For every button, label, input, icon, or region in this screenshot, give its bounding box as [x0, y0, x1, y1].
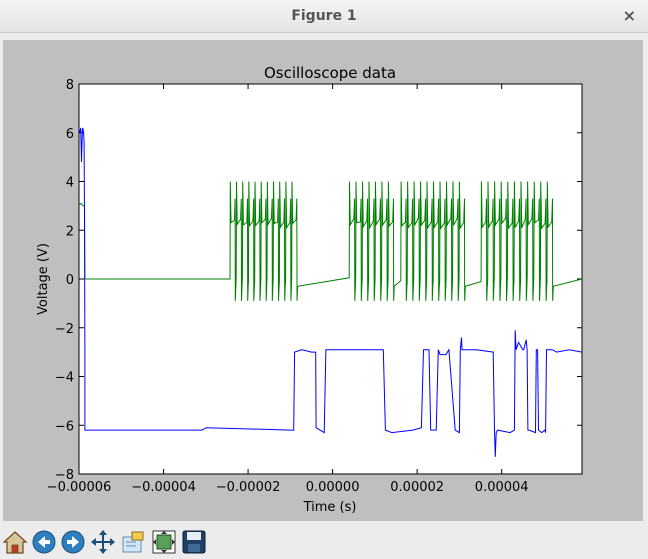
forward-button[interactable]	[60, 529, 86, 555]
figure-canvas[interactable]: Oscilloscope data Time (s) Voltage (V) −…	[3, 40, 643, 521]
forward-icon	[61, 530, 85, 554]
x-tick-label: 0.00000	[306, 480, 360, 495]
close-icon[interactable]: ×	[623, 6, 636, 26]
save-icon	[182, 530, 206, 554]
y-tick-label: 4	[66, 176, 74, 191]
x-tick-label: −0.00004	[131, 480, 196, 495]
zoom-button[interactable]	[120, 529, 146, 555]
y-tick-label: −6	[55, 419, 74, 434]
save-button[interactable]	[181, 529, 207, 555]
back-icon	[32, 530, 56, 554]
y-tick-label: −8	[55, 468, 74, 483]
window-title: Figure 1	[291, 8, 357, 24]
chart-svg: Oscilloscope data Time (s) Voltage (V) −…	[36, 64, 583, 515]
subplots-icon	[152, 530, 176, 554]
y-axis-label: Voltage (V)	[36, 243, 51, 315]
y-tick-label: 6	[66, 127, 74, 142]
pan-icon	[91, 530, 115, 554]
y-tick-label: 0	[66, 273, 74, 288]
zoom-icon	[122, 531, 144, 553]
x-tick-label: 0.00004	[475, 480, 529, 495]
x-tick-label: 0.00002	[390, 480, 444, 495]
back-button[interactable]	[31, 529, 57, 555]
chart-title: Oscilloscope data	[264, 64, 396, 82]
window-titlebar: Figure 1 ×	[0, 0, 648, 33]
y-tick-label: −2	[55, 322, 74, 337]
subplots-button[interactable]	[151, 529, 177, 555]
y-tick-label: −4	[55, 371, 74, 386]
x-tick-label: −0.00002	[216, 480, 281, 495]
home-icon	[2, 531, 28, 554]
home-button[interactable]	[2, 529, 28, 555]
navigation-toolbar	[0, 527, 648, 558]
pan-button[interactable]	[90, 529, 116, 555]
x-axis-label: Time (s)	[303, 500, 357, 515]
y-tick-label: 8	[66, 78, 74, 93]
y-tick-label: 2	[66, 224, 74, 239]
